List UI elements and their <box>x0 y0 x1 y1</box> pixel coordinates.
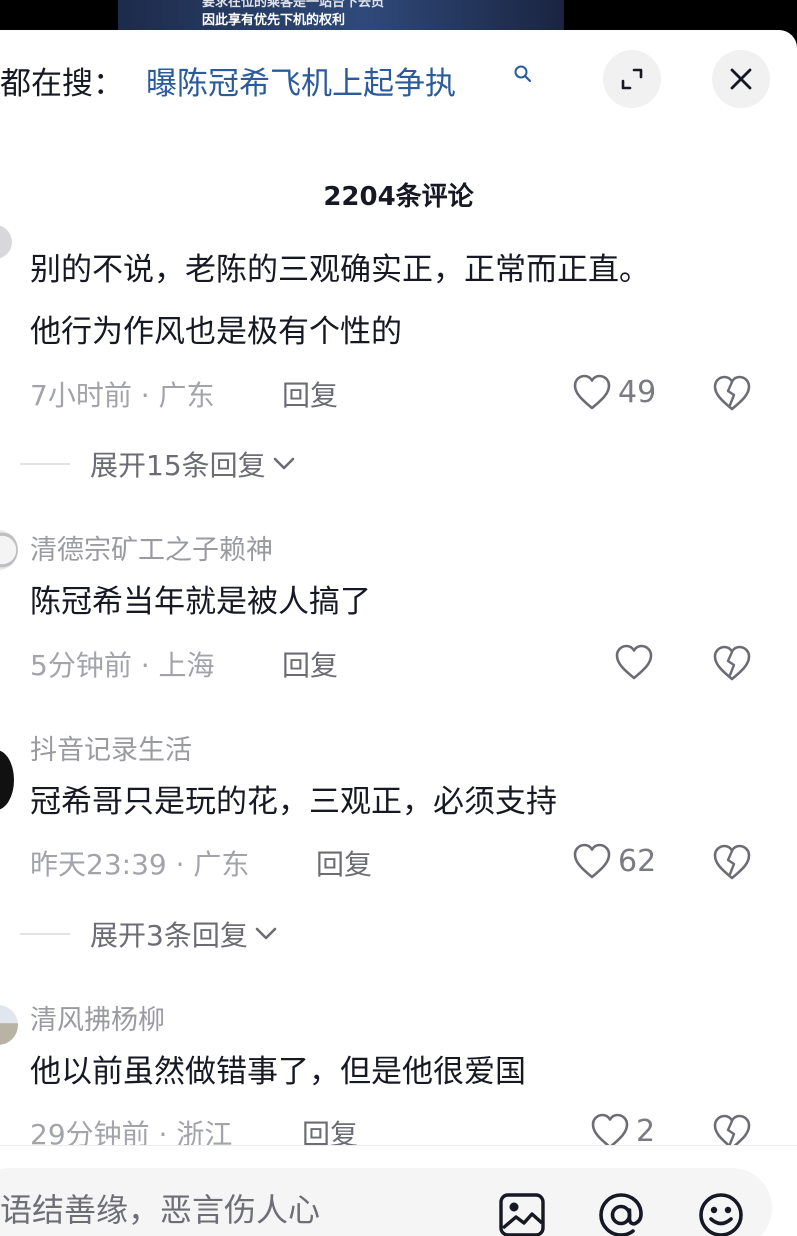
comment-text: 陈冠希当年就是被人搞了 <box>30 584 371 620</box>
meta-separator: · <box>131 379 159 412</box>
trending-search-bar[interactable]: 都在搜： 曝陈冠希飞机上起争执 <box>0 30 797 130</box>
divider <box>20 463 70 465</box>
reply-button[interactable]: 回复 <box>282 374 338 414</box>
comment-meta: 5分钟前 · 上海 <box>30 644 215 684</box>
video-strip: 要求在位的乘客是一站台下去员 因此享有优先下机的权利 <box>0 0 797 30</box>
avatar[interactable] <box>0 530 18 570</box>
search-query-link[interactable]: 曝陈冠希飞机上起争执 <box>146 58 456 103</box>
broken-heart-icon[interactable] <box>712 373 752 413</box>
meta-separator: · <box>166 848 194 881</box>
comment-text: 他行为作风也是极有个性的 <box>30 314 402 350</box>
like-count: 2 <box>636 1113 656 1149</box>
avatar[interactable] <box>0 1005 18 1045</box>
expand-replies-label: 展开15条回复 <box>90 449 266 482</box>
heart-icon <box>573 374 611 410</box>
like-count: 62 <box>618 843 657 879</box>
comment-username[interactable]: 抖音记录生活 <box>30 728 192 767</box>
reply-button[interactable]: 回复 <box>282 644 338 684</box>
expand-replies-label: 展开3条回复 <box>90 919 248 952</box>
video-subtitle-line2: 因此享有优先下机的权利 <box>202 13 346 28</box>
comment-username[interactable]: 清风拂杨柳 <box>30 998 165 1037</box>
close-icon <box>730 68 752 90</box>
expand-replies-button[interactable]: 展开15条回复 <box>20 446 296 482</box>
reply-button[interactable]: 回复 <box>316 843 372 883</box>
like-button[interactable]: 49 <box>572 372 656 412</box>
like-button[interactable]: 62 <box>572 841 656 881</box>
search-icon[interactable] <box>513 64 533 84</box>
heart-icon <box>615 644 653 680</box>
close-button[interactable] <box>712 50 770 108</box>
emoji-icon[interactable] <box>696 1190 746 1236</box>
comment-text: 他以前虽然做错事了，但是他很爱国 <box>30 1054 526 1090</box>
avatar[interactable] <box>0 225 12 259</box>
comment-time: 5分钟前 <box>30 649 132 682</box>
comment-username[interactable]: 清德宗矿工之子赖神 <box>30 528 273 567</box>
video-frame: 要求在位的乘客是一站台下去员 因此享有优先下机的权利 <box>118 0 564 30</box>
comment-location: 广东 <box>193 848 250 881</box>
broken-heart-icon[interactable] <box>712 643 752 683</box>
expand-button[interactable] <box>603 50 661 108</box>
comment-location: 广东 <box>158 379 215 412</box>
comment-meta: 7小时前 · 广东 <box>30 374 215 414</box>
comment-location: 上海 <box>158 649 215 682</box>
at-icon[interactable] <box>596 1190 646 1236</box>
comment-sheet: 都在搜： 曝陈冠希飞机上起争执 2204条评论 别的不说，老陈的三观确实正，正常… <box>0 30 797 1236</box>
search-prefix: 都在搜： <box>0 66 124 102</box>
expand-icon <box>621 68 643 90</box>
expand-replies-button[interactable]: 展开3条回复 <box>20 916 278 952</box>
image-icon[interactable] <box>497 1190 547 1236</box>
broken-heart-icon[interactable] <box>712 842 752 882</box>
comment-text: 别的不说，老陈的三观确实正，正常而正直。 <box>30 252 650 288</box>
divider <box>20 933 70 935</box>
like-count: 49 <box>618 374 657 410</box>
comment-input-placeholder[interactable]: 善语结善缘，恶言伤人心 <box>0 1185 320 1231</box>
chevron-down-icon <box>255 927 277 940</box>
comment-count: 2204条评论 <box>323 182 474 212</box>
comment-text: 冠希哥只是玩的花，三观正，必须支持 <box>30 784 557 820</box>
heart-icon <box>573 843 611 879</box>
meta-separator: · <box>131 649 159 682</box>
comment-time: 7小时前 <box>30 379 132 412</box>
like-button[interactable] <box>614 642 654 682</box>
avatar[interactable] <box>0 750 14 810</box>
comment-meta: 昨天23:39 · 广东 <box>30 843 249 883</box>
comment-time: 昨天23:39 <box>30 848 167 881</box>
chevron-down-icon <box>273 457 294 470</box>
